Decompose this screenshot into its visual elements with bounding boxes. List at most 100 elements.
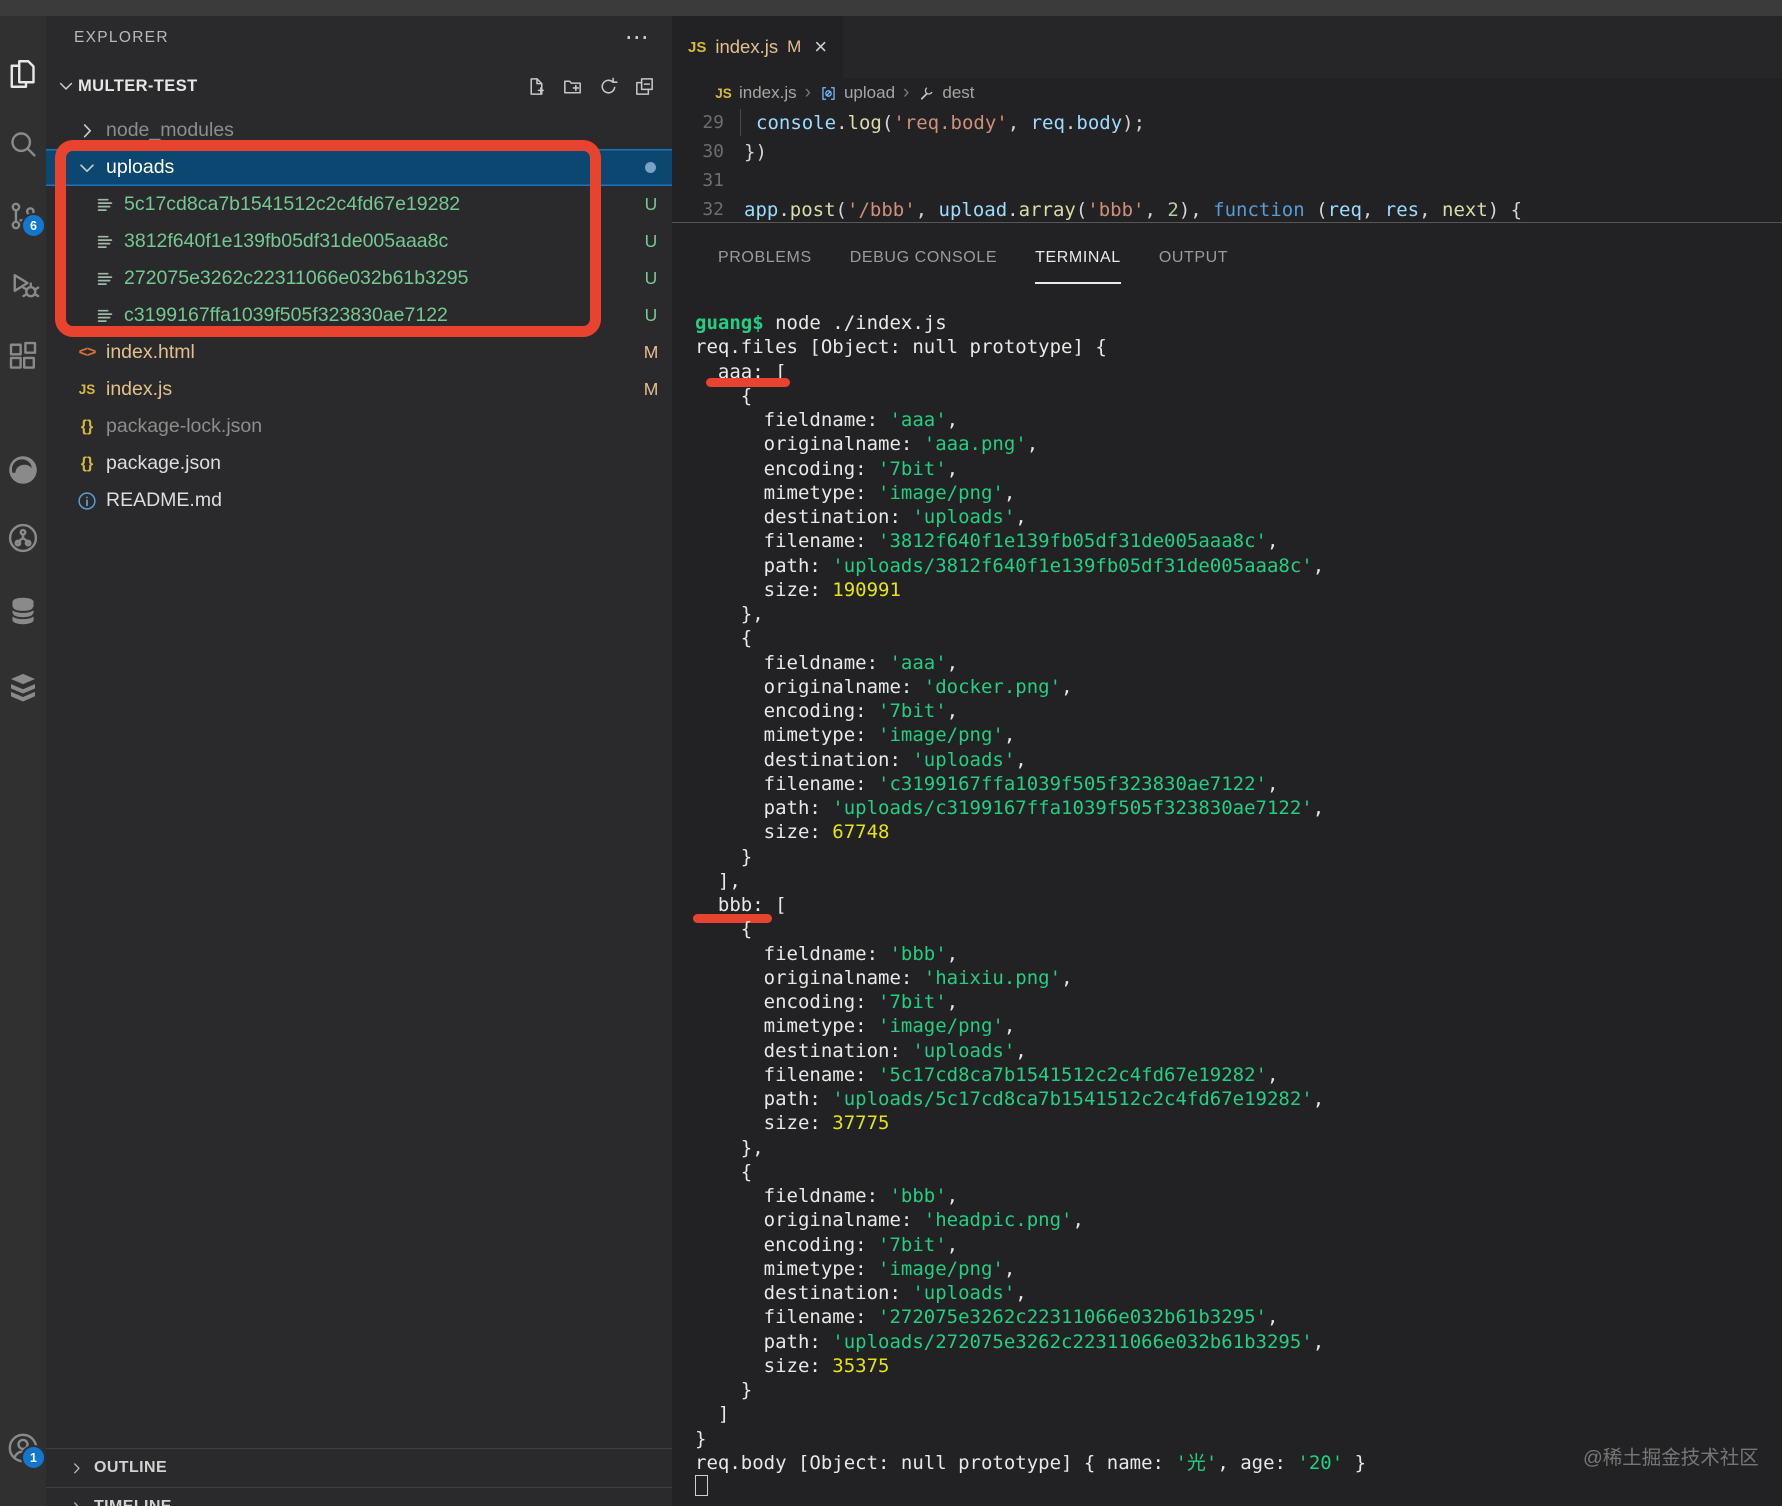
project-section-header[interactable]: MULTER-TEST bbox=[46, 60, 672, 112]
terminal-line: size: 67748 bbox=[695, 821, 890, 844]
tab-label: index.js bbox=[715, 36, 779, 57]
terminal-line: mimetype: 'image/png', bbox=[695, 1257, 1016, 1280]
terminal-line: destination: 'uploads', bbox=[695, 1039, 1027, 1062]
redis-icon[interactable] bbox=[5, 670, 41, 706]
terminal-line: fieldname: 'aaa', bbox=[695, 409, 959, 431]
new-folder-icon[interactable] bbox=[561, 75, 584, 98]
count-badge: 1 bbox=[21, 1445, 46, 1470]
git-status-badge: U bbox=[644, 194, 658, 214]
close-icon[interactable]: × bbox=[814, 34, 827, 60]
panel-tab-problems[interactable]: PROBLEMS bbox=[718, 223, 812, 293]
terminal-line: mimetype: 'image/png', bbox=[695, 481, 1016, 504]
tree-item-c3199167ffa1039f505f323830ae7122[interactable]: c3199167ffa1039f505f323830ae7122 U bbox=[46, 297, 672, 334]
symbol-field-icon bbox=[819, 84, 838, 103]
js-file-icon: JS bbox=[715, 85, 732, 101]
terminal-line: mimetype: 'image/png', bbox=[695, 1015, 1016, 1038]
wrench-icon bbox=[917, 84, 936, 103]
tree-item-label: uploads bbox=[106, 156, 175, 178]
chevron-down-icon bbox=[76, 157, 98, 179]
outline-section[interactable]: OUTLINE bbox=[46, 1448, 672, 1487]
tree-item-label: node_modules bbox=[106, 119, 234, 141]
terminal-line: }, bbox=[695, 603, 764, 625]
breadcrumb: JS index.js › upload › dest bbox=[672, 78, 1782, 108]
code-line: 29 console.log('req.body', req.body); bbox=[672, 108, 1782, 137]
panel-tab-terminal[interactable]: TERMINAL bbox=[1035, 223, 1121, 293]
explorer-icon[interactable] bbox=[5, 56, 41, 92]
terminal-line: originalname: 'aaa.png', bbox=[695, 433, 1039, 456]
activity-bar: 6 1 bbox=[0, 16, 46, 1506]
folder-changed-dot bbox=[645, 162, 656, 173]
tree-item-package-lock.json[interactable]: {} package-lock.json bbox=[46, 408, 672, 445]
collapse-all-icon[interactable] bbox=[633, 75, 656, 98]
code-line: 32 app.post('/bbb', upload.array('bbb', 2… bbox=[672, 195, 1782, 224]
file-icon bbox=[94, 305, 116, 327]
terminal-line: }, bbox=[695, 1136, 764, 1159]
gitlens-icon[interactable] bbox=[5, 520, 41, 556]
sidebar-bottom-sections: OUTLINE TIMELINE bbox=[46, 1448, 672, 1506]
terminal-line: size: 190991 bbox=[695, 578, 901, 601]
tab-bar: JS index.js M × bbox=[672, 16, 1782, 78]
tab-index-js[interactable]: JS index.js M × bbox=[672, 16, 844, 78]
count-badge: 6 bbox=[21, 213, 46, 238]
git-status-badge: M bbox=[643, 379, 659, 399]
extensions-icon[interactable] bbox=[5, 338, 41, 374]
json-file-icon: {} bbox=[80, 454, 94, 472]
more-actions-icon[interactable]: ⋯ bbox=[625, 26, 650, 50]
line-number: 30 bbox=[702, 141, 724, 162]
tree-item-5c17cd8ca7b1541512c2c4fd67e19282[interactable]: 5c17cd8ca7b1541512c2c4fd67e19282 U bbox=[46, 186, 672, 223]
tree-item-index.html[interactable]: <> index.html M bbox=[46, 334, 672, 371]
file-icon bbox=[94, 194, 116, 216]
chevron-right-icon bbox=[68, 1460, 85, 1477]
accounts-icon[interactable]: 1 bbox=[5, 1430, 46, 1470]
refresh-icon[interactable] bbox=[597, 75, 620, 98]
git-modified-badge: M bbox=[787, 37, 802, 56]
terminal-line: mimetype: 'image/png', bbox=[695, 724, 1016, 747]
tree-item-label: package-lock.json bbox=[106, 415, 263, 437]
code-text: app.post('/bbb', upload.array('bbb', 2),… bbox=[744, 198, 1523, 221]
code-text: console.log('req.body', req.body); bbox=[756, 111, 1146, 134]
tree-item-index.js[interactable]: JS index.js M bbox=[46, 371, 672, 408]
terminal-line: size: 37775 bbox=[695, 1112, 890, 1135]
code-line: 31 bbox=[672, 166, 1782, 195]
line-number: 32 bbox=[702, 199, 724, 220]
code-editor[interactable]: 29 console.log('req.body', req.body); 30})… bbox=[672, 108, 1782, 222]
panel-tab-output[interactable]: OUTPUT bbox=[1159, 223, 1228, 293]
database-icon[interactable] bbox=[5, 593, 41, 629]
tree-item-node_modules[interactable]: node_modules bbox=[46, 112, 672, 149]
source-control-icon[interactable]: 6 bbox=[5, 198, 46, 238]
terminal-line: originalname: 'docker.png', bbox=[695, 675, 1073, 698]
terminal-output[interactable]: guang$ node ./index.js req.files [Object:… bbox=[672, 293, 1782, 1506]
line-number: 31 bbox=[702, 170, 724, 191]
file-icon bbox=[94, 268, 116, 290]
tree-item-label: c3199167ffa1039f505f323830ae7122 bbox=[124, 304, 448, 326]
terminal-line: encoding: '7bit', bbox=[695, 991, 959, 1013]
git-status-badge: U bbox=[644, 268, 658, 288]
breadcrumb-item-upload[interactable]: upload bbox=[819, 83, 895, 103]
breadcrumb-item-index.js[interactable]: JS index.js bbox=[714, 83, 796, 103]
tree-item-uploads[interactable]: uploads bbox=[46, 149, 672, 186]
terminal-line: } bbox=[695, 1379, 753, 1401]
tree-item-package.json[interactable]: {} package.json bbox=[46, 445, 672, 482]
terminal-line: { bbox=[695, 627, 753, 650]
edge-browser-icon[interactable] bbox=[5, 452, 41, 488]
tree-item-272075e3262c22311066e032b61b3295[interactable]: 272075e3262c22311066e032b61b3295 U bbox=[46, 260, 672, 297]
chevron-right-icon bbox=[76, 120, 98, 142]
breadcrumb-item-dest[interactable]: dest bbox=[917, 83, 975, 103]
new-file-icon[interactable] bbox=[525, 75, 548, 98]
file-icon bbox=[94, 231, 116, 253]
terminal-line: path: 'uploads/3812f640f1e139fb05df31de0… bbox=[695, 554, 1325, 577]
panel-tab-debug-console[interactable]: DEBUG CONSOLE bbox=[850, 223, 997, 293]
terminal-line: req.files [Object: null prototype] { bbox=[695, 336, 1107, 359]
terminal-line bbox=[695, 1475, 1782, 1499]
watermark: @稀土掘金技术社区 bbox=[1583, 1447, 1759, 1469]
explorer-title: EXPLORER bbox=[74, 29, 169, 46]
tree-item-3812f640f1e139fb05df31de005aaa8c[interactable]: 3812f640f1e139fb05df31de005aaa8c U bbox=[46, 223, 672, 260]
timeline-section[interactable]: TIMELINE bbox=[46, 1487, 672, 1506]
tree-item-label: index.js bbox=[106, 378, 173, 400]
terminal-cursor bbox=[695, 1475, 708, 1496]
js-file-icon: JS bbox=[688, 38, 707, 56]
timeline-label: TIMELINE bbox=[94, 1498, 172, 1506]
run-debug-icon[interactable] bbox=[5, 268, 41, 304]
search-icon[interactable] bbox=[5, 126, 41, 162]
tree-item-README.md[interactable]: README.md bbox=[46, 482, 672, 519]
